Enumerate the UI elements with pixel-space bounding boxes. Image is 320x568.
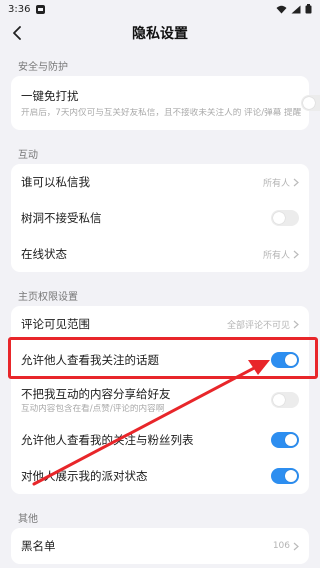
blacklist-count: 106	[273, 541, 299, 551]
section-label-other: 其他	[18, 514, 38, 525]
blacklist-label: 黑名单	[21, 539, 56, 553]
page-title: 隐私设置	[132, 26, 188, 42]
comment-visibility-value: 全部评论不可见	[227, 318, 299, 331]
treehole-row[interactable]: 树洞不接受私信	[11, 200, 309, 236]
who-can-dm-value-text: 所有人	[262, 178, 290, 189]
signal-icon	[291, 5, 301, 13]
no-share-toggle[interactable]	[271, 392, 299, 408]
blacklist-row[interactable]: 黑名单 106	[11, 528, 309, 564]
treehole-label: 树洞不接受私信	[21, 211, 102, 225]
wifi-icon	[276, 5, 287, 13]
topics-label: 允许他人查看我关注的话题	[21, 353, 159, 367]
notification-icon	[36, 4, 46, 14]
dnd-toggle[interactable]	[301, 95, 320, 111]
follow-list-row[interactable]: 允许他人查看我的关注与粉丝列表	[11, 422, 309, 458]
party-status-row[interactable]: 对他人展示我的派对状态	[11, 458, 309, 494]
dnd-description: 开启后，7天内仅可与互关好友私信，且不接收未关注人的 评论/弹幕 提醒	[21, 107, 302, 118]
other-card: 黑名单 106	[11, 528, 309, 564]
battery-icon	[305, 4, 312, 14]
homepage-card: 评论可见范围 全部评论不可见 允许他人查看我关注的话题 不把我互动的内容分享给好…	[11, 306, 309, 494]
comment-visibility-row[interactable]: 评论可见范围 全部评论不可见	[11, 306, 309, 342]
topics-toggle[interactable]	[271, 352, 299, 368]
nav-bar: 隐私设置	[0, 18, 320, 48]
comment-visibility-value-text: 全部评论不可见	[226, 320, 290, 331]
follow-list-toggle[interactable]	[271, 432, 299, 448]
no-share-label: 不把我互动的内容分享给好友	[21, 386, 171, 401]
no-share-row[interactable]: 不把我互动的内容分享给好友 互动内容包含在看/点赞/评论的内容啊	[11, 378, 309, 422]
who-can-dm-value: 所有人	[263, 176, 299, 189]
who-can-dm-row[interactable]: 谁可以私信我 所有人	[11, 164, 309, 200]
chevron-right-icon	[293, 320, 299, 328]
section-label-homepage: 主页权限设置	[18, 292, 78, 303]
status-bar: 3:36	[0, 0, 320, 18]
interaction-card: 谁可以私信我 所有人 树洞不接受私信 在线状态 所有人	[11, 164, 309, 272]
section-label-interaction: 互动	[18, 150, 38, 161]
chevron-right-icon	[293, 542, 299, 550]
dnd-row[interactable]: 一键免打扰 开启后，7天内仅可与互关好友私信，且不接收未关注人的 评论/弹幕 提…	[11, 76, 320, 130]
no-share-description: 互动内容包含在看/点赞/评论的内容啊	[21, 403, 165, 414]
security-card: 一键免打扰 开启后，7天内仅可与互关好友私信，且不接收未关注人的 评论/弹幕 提…	[11, 76, 320, 130]
online-status-value-text: 所有人	[262, 250, 290, 261]
online-status-row[interactable]: 在线状态 所有人	[11, 236, 309, 272]
follow-list-label: 允许他人查看我的关注与粉丝列表	[21, 433, 194, 447]
online-status-label: 在线状态	[21, 247, 67, 261]
section-label-security: 安全与防护	[18, 62, 68, 73]
comment-visibility-label: 评论可见范围	[21, 317, 90, 331]
party-status-toggle[interactable]	[271, 468, 299, 484]
online-status-value: 所有人	[263, 248, 299, 261]
status-icons	[276, 4, 312, 14]
status-time: 3:36	[8, 3, 31, 15]
back-arrow-icon[interactable]	[12, 26, 24, 40]
blacklist-count-text: 106	[272, 541, 290, 551]
chevron-right-icon	[293, 250, 299, 258]
dnd-label: 一键免打扰	[21, 88, 79, 103]
topics-row[interactable]: 允许他人查看我关注的话题	[11, 342, 309, 378]
treehole-toggle[interactable]	[271, 210, 299, 226]
who-can-dm-label: 谁可以私信我	[21, 175, 90, 189]
party-status-label: 对他人展示我的派对状态	[21, 469, 148, 483]
chevron-right-icon	[293, 178, 299, 186]
